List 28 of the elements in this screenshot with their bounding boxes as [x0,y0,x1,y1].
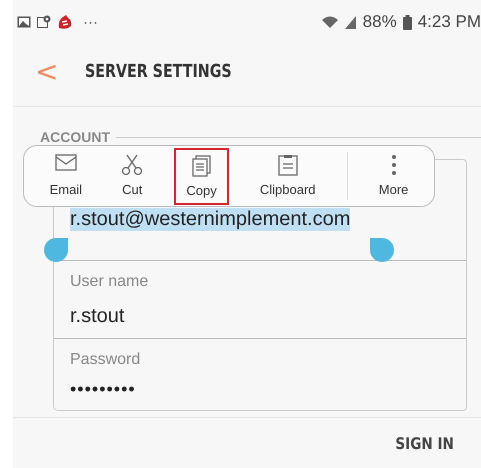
wifi-icon [320,15,339,29]
more-icon [390,154,397,176]
menu-item[interactable]: Email [42,148,90,204]
section-title: ACCOUNT [40,129,110,145]
field-label: Password [70,351,142,369]
signal-icon [344,16,357,28]
selection-handle[interactable] [370,238,394,262]
input-field[interactable]: r.stout [70,305,124,328]
sign-in-button[interactable]: SIGN IN [395,434,454,452]
field-label: User name [70,273,150,291]
clock-time: 4:23 PM [418,12,481,32]
input-field[interactable]: ••••••••• [70,379,136,400]
menu-item[interactable]: More [370,148,416,204]
app-logo-icon [57,14,73,30]
image-icon [17,16,31,28]
menu-item[interactable]: Copy [174,148,229,204]
clipboard-icon [276,154,299,176]
scissors-icon [121,154,144,176]
map-pin-icon [37,15,51,29]
battery-percent: 88% [362,12,397,32]
more-notifications-text: ··· [83,14,98,30]
selection-handle[interactable] [44,238,68,262]
menu-item[interactable]: Cut [113,148,152,204]
input-field[interactable]: r.stout@westernimplement.com [70,208,350,231]
battery-icon [402,14,412,30]
copy-icon [190,154,213,176]
menu-item[interactable]: Clipboard [252,148,324,204]
screen-title: SERVER SETTINGS [85,60,232,82]
